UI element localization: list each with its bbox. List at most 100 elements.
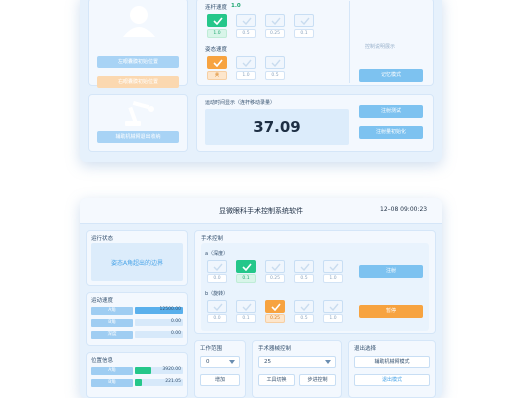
robot-arm-icon bbox=[125, 100, 154, 126]
check-icon bbox=[242, 17, 252, 25]
position-a-label: A角 bbox=[91, 367, 133, 375]
speed-depth-label: 深度 bbox=[91, 331, 133, 339]
speed-option-1-value: 1.0 bbox=[207, 29, 227, 38]
check-icon bbox=[329, 303, 339, 311]
rotation-option-2[interactable] bbox=[236, 300, 256, 313]
surgery-control-panel: 手术控制 a（深度） 0.0 0.1 0.25 0.5 1.0 注射 b（旋转）… bbox=[194, 230, 436, 334]
injection-test-button[interactable]: 注射测试 bbox=[359, 105, 423, 118]
work-range-select[interactable]: 0 bbox=[200, 356, 240, 368]
chevron-down-icon bbox=[229, 360, 235, 364]
motion-speed-label: 运动速度 bbox=[91, 298, 114, 304]
position-label: 位置信息 bbox=[91, 358, 114, 364]
depth-option-2-value: 0.1 bbox=[236, 274, 256, 283]
check-icon bbox=[271, 17, 281, 25]
check-icon bbox=[271, 263, 281, 271]
arm-exit-button[interactable]: 辅助机械臂退出收纳 bbox=[97, 131, 179, 143]
position-b-label: B角 bbox=[91, 379, 133, 387]
posture-option-1-value: 关 bbox=[207, 71, 227, 80]
exit-label: 退出选择 bbox=[354, 346, 377, 352]
inject-button[interactable]: 注射 bbox=[359, 265, 423, 278]
status-panel: 运行状态 姿态A角超出的边界 bbox=[86, 230, 188, 286]
add-button[interactable]: 增加 bbox=[200, 374, 240, 386]
operator-avatar-icon bbox=[123, 6, 155, 37]
right-eye-initial-button[interactable]: 右眼囊膜初始位置 bbox=[97, 76, 179, 88]
depth-option-2[interactable] bbox=[236, 260, 256, 273]
posture-option-2-value: 1.0 bbox=[236, 71, 256, 80]
speed-a-label: A角 bbox=[91, 307, 133, 315]
injection-init-button[interactable]: 注射量初始化 bbox=[359, 126, 423, 139]
chevron-down-icon bbox=[325, 360, 331, 364]
rotation-option-2-value: 0.1 bbox=[236, 314, 256, 323]
check-icon bbox=[213, 17, 223, 25]
rotation-option-1-value: 0.0 bbox=[207, 314, 227, 323]
arm-panel: 辅助机械臂退出收纳 bbox=[88, 94, 188, 152]
instrument-control-label: 手术器械控制 bbox=[258, 346, 292, 352]
depth-option-4[interactable] bbox=[294, 260, 314, 273]
speed-option-1[interactable] bbox=[207, 14, 227, 27]
clock: 12–08 09:00:23 bbox=[380, 206, 428, 213]
posture-speed-label: 姿态速度 bbox=[205, 47, 228, 53]
check-icon bbox=[329, 263, 339, 271]
memory-mode-button[interactable]: 记忆模式 bbox=[359, 69, 423, 82]
exit-mode-button[interactable]: 退出模式 bbox=[354, 374, 430, 386]
speed-option-4[interactable] bbox=[294, 14, 314, 27]
speed-option-3[interactable] bbox=[265, 14, 285, 27]
position-a-value: 3920.00 bbox=[162, 367, 181, 372]
check-icon bbox=[213, 303, 223, 311]
rotation-option-5[interactable] bbox=[323, 300, 343, 313]
speed-b-label: B角 bbox=[91, 319, 133, 327]
rotation-option-1[interactable] bbox=[207, 300, 227, 313]
work-range-panel: 工作范围 0 增加 bbox=[194, 340, 246, 398]
check-icon bbox=[300, 303, 310, 311]
left-eye-initial-button[interactable]: 左眼囊膜初始位置 bbox=[97, 56, 179, 68]
status-message: 姿态A角超出的边界 bbox=[110, 260, 164, 267]
check-icon bbox=[271, 303, 281, 311]
speed-option-2[interactable] bbox=[236, 14, 256, 27]
rotation-option-5-value: 1.0 bbox=[323, 314, 343, 323]
divider bbox=[349, 1, 350, 83]
depth-option-1[interactable] bbox=[207, 260, 227, 273]
title-bar: 显微眼科手术控制系统软件 12–08 09:00:23 bbox=[80, 198, 442, 224]
instrument-value: 25 bbox=[264, 359, 271, 365]
control-screen-top: 左眼囊膜初始位置 右眼囊膜初始位置 辅助机械臂退出收纳 连杆速度 1.0 1.0… bbox=[80, 0, 442, 162]
check-icon bbox=[271, 59, 281, 67]
check-icon bbox=[300, 17, 310, 25]
pause-button[interactable]: 暂停 bbox=[359, 305, 423, 318]
motion-time-display: 37.09 bbox=[205, 109, 349, 145]
position-panel: 位置信息 A角 3920.00 B角 221.05 bbox=[86, 352, 188, 398]
exit-panel: 退出选择 辅助机械臂模式 退出模式 bbox=[348, 340, 436, 398]
rotation-option-4-value: 0.5 bbox=[294, 314, 314, 323]
motion-time-panel: 运动时间显示（连杆移动录量） 37.09 注射测试 注射量初始化 bbox=[196, 94, 434, 152]
step-control-button[interactable]: 步进控制 bbox=[299, 374, 336, 386]
posture-option-1[interactable] bbox=[207, 56, 227, 69]
control-hint-text: 控制说明展示 bbox=[365, 44, 396, 50]
check-icon bbox=[242, 303, 252, 311]
check-icon bbox=[242, 59, 252, 67]
depth-option-3[interactable] bbox=[265, 260, 285, 273]
speed-option-4-value: 0.1 bbox=[294, 29, 314, 38]
depth-option-3-value: 0.25 bbox=[265, 274, 285, 283]
depth-option-4-value: 0.5 bbox=[294, 274, 314, 283]
posture-option-2[interactable] bbox=[236, 56, 256, 69]
rotation-option-3-value: 0.25 bbox=[265, 314, 285, 323]
check-icon bbox=[213, 263, 223, 271]
rotation-option-3[interactable] bbox=[265, 300, 285, 313]
control-screen-bottom: 显微眼科手术控制系统软件 12–08 09:00:23 运行状态 姿态A角超出的… bbox=[80, 198, 442, 398]
position-b-value: 221.05 bbox=[165, 379, 181, 384]
depth-option-5[interactable] bbox=[323, 260, 343, 273]
depth-option-1-value: 0.0 bbox=[207, 274, 227, 283]
arm-mode-button[interactable]: 辅助机械臂模式 bbox=[354, 356, 430, 368]
posture-option-3[interactable] bbox=[265, 56, 285, 69]
link-speed-value: 1.0 bbox=[231, 3, 241, 9]
speed-option-3-value: 0.25 bbox=[265, 29, 285, 38]
initial-position-panel: 左眼囊膜初始位置 右眼囊膜初始位置 bbox=[88, 0, 188, 88]
check-icon bbox=[300, 263, 310, 271]
tool-switch-button[interactable]: 工具切换 bbox=[258, 374, 295, 386]
depth-label: a（深度） bbox=[205, 251, 229, 257]
instrument-select[interactable]: 25 bbox=[258, 356, 336, 368]
motion-speed-panel: 运动速度 A角 12500.00 B角 0.00 深度 0.00 bbox=[86, 292, 188, 346]
speed-b-value: 0.00 bbox=[170, 319, 181, 324]
motion-time-value: 37.09 bbox=[253, 118, 301, 136]
speed-option-2-value: 0.5 bbox=[236, 29, 256, 38]
rotation-option-4[interactable] bbox=[294, 300, 314, 313]
